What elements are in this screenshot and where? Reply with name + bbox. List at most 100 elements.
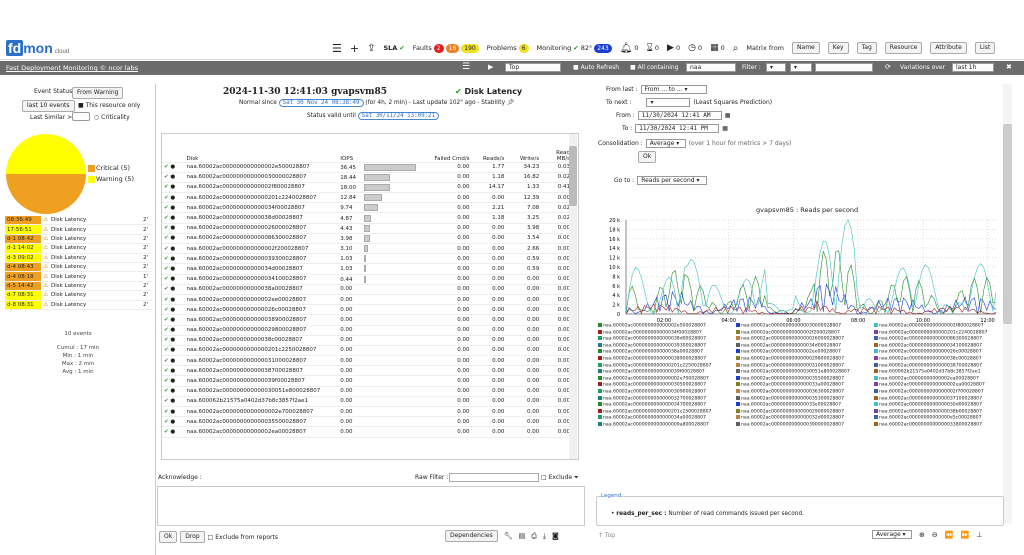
zoom-in-icon[interactable]: ⊕: [919, 531, 925, 539]
disk-name[interactable]: naa.60002ac000000000000039300028807: [184, 253, 339, 265]
book-icon[interactable]: ▤: [519, 532, 526, 540]
col-reads[interactable]: Reads/s: [471, 134, 507, 163]
legend-series-item[interactable]: naa.60002ac00000000000000e5c00028807: [874, 415, 1008, 422]
disk-row[interactable]: ✔ ● naa.60002ac0000000000000201c22400288…: [162, 192, 572, 204]
table-scrollbar-thumb[interactable]: [569, 146, 577, 206]
matrix-list-button[interactable]: List: [974, 42, 996, 54]
goto-select[interactable]: Reads per second ▾: [637, 176, 708, 185]
criticality-toggle[interactable]: ○ Criticality: [94, 114, 130, 121]
disk-name[interactable]: naa.60002ac00000000000002ee00028807: [184, 294, 339, 306]
graph-scrollbar-thumb[interactable]: [1003, 124, 1012, 324]
legend-series-item[interactable]: naa.60002ac0000000000000390000028807: [736, 421, 870, 429]
print-icon[interactable]: ⎙: [531, 532, 537, 541]
legend-series-item[interactable]: naa.60002ac0000000000000029000028807: [736, 408, 870, 416]
monitoring-indicator[interactable]: Monitoring ✔ 82° 243: [537, 43, 612, 53]
event-row[interactable]: d-8 08:31 ⚠ Disk Latency 2': [5, 300, 153, 310]
disk-row[interactable]: ✔ ● naa.60002ac000000000000026c00028807 …: [162, 304, 572, 316]
disk-row[interactable]: ✔ ● naa.60002ac00000000000038c00028807 0…: [162, 335, 572, 346]
disk-name[interactable]: naa.60002ac00000000000034d00028807: [184, 263, 339, 275]
disk-row[interactable]: ✔ ● naa.600062b21575a0402d37b8c3857f2ae1…: [162, 396, 572, 408]
event-row[interactable]: 17:56:51 ⚠ Disk Latency 2': [5, 225, 153, 235]
legend-series-item[interactable]: naa.60002ac0000000000000031000028807: [736, 362, 870, 370]
hourglass-icon[interactable]: ⌛︎ 0: [647, 43, 659, 54]
disk-row[interactable]: ✔ ● naa.60002ac000000000000086300028807 …: [162, 233, 572, 245]
legend-series-item[interactable]: naa.60002ac0000000000000038c00028807: [874, 355, 1008, 363]
disk-row[interactable]: ✔ ● naa.60002ac000000000000002e500028807…: [162, 162, 572, 173]
graph-scrollbar[interactable]: [1003, 84, 1012, 524]
legend-series-item[interactable]: naa.60002ac0000000000000039f00028807: [598, 369, 732, 376]
exclude-toggle[interactable]: □ Exclude ⏷: [541, 474, 579, 482]
legend-series-item[interactable]: naa.60002ac0000000000000038900028807: [598, 355, 732, 363]
event-row[interactable]: d-3 09:02 ⚠ Disk Latency 2': [5, 253, 153, 263]
disk-row[interactable]: ✔ ● naa.60002ac00000000000038a00028807 0…: [162, 284, 572, 295]
refresh-icon[interactable]: ⟳: [885, 63, 891, 71]
calendar-icon[interactable]: ▦: [725, 112, 731, 119]
exclude-reports-toggle[interactable]: □ Exclude from reports: [208, 534, 278, 541]
acknowledge-textarea[interactable]: [157, 486, 585, 526]
legend-series-item[interactable]: naa.60002ac0000000000000030500028807: [598, 382, 732, 389]
range-ok-button[interactable]: Ok: [638, 151, 657, 163]
event-row[interactable]: d-1 14:02 ⚠ Disk Latency 2': [5, 244, 153, 254]
disk-name[interactable]: naa.60002ac00000000000038700028807: [184, 365, 339, 377]
disk-row[interactable]: ✔ ● naa.60002ac000000000000026000028807 …: [162, 223, 572, 234]
forward-icon[interactable]: ⏩: [960, 531, 969, 539]
legend-series-item[interactable]: naa.60002ac0000000000000038700028807: [874, 362, 1008, 370]
play-icon[interactable]: ▶ 0: [667, 43, 680, 53]
faults-warning-count[interactable]: 190: [461, 43, 479, 53]
event-row[interactable]: d-4 08:43 ⚠ Disk Latency 2': [5, 262, 153, 273]
col-read-mb[interactable]: Read MB/s: [541, 134, 572, 163]
table-scrollbar[interactable]: [569, 134, 577, 459]
legend-series-item[interactable]: naa.60002ac0000000000000038d00028807: [598, 336, 732, 343]
disk-row[interactable]: ✔ ● naa.60002ac000000000000034100028807 …: [162, 274, 572, 285]
filter-select-1[interactable]: ▾: [766, 63, 786, 72]
disk-row[interactable]: ✔ ● naa.60002ac000000000000039300028807 …: [162, 253, 572, 265]
back-to-top-link[interactable]: ↑ Top: [598, 532, 615, 539]
legend-series-item[interactable]: naa.60002ac0000000000000034a00028807: [598, 415, 732, 422]
legend-series-item[interactable]: naa.60002ac0000000000000029800028807: [736, 355, 870, 363]
disk-row[interactable]: ✔ ● naa.60002ac000000000000039f00028807 …: [162, 375, 572, 387]
menu-icon[interactable]: ☰: [332, 42, 342, 55]
legend-series-item[interactable]: naa.60002ac000000000000034f00028807: [598, 329, 732, 337]
to-date-input[interactable]: 11/30/2024 12:41 PM: [635, 124, 720, 133]
legend-series-item[interactable]: naa.60002ac0000000000000036300028807: [736, 388, 870, 396]
auto-refresh-toggle[interactable]: ■ Auto Refresh: [573, 64, 619, 71]
disk-name[interactable]: naa.60002ac000000000000034f00028807: [184, 202, 339, 214]
disk-row[interactable]: ✔ ● naa.60002ac000000000000034f00028807 …: [162, 202, 572, 214]
filter-select-2[interactable]: ▾: [790, 63, 812, 72]
disk-name[interactable]: naa.60002ac00000000000038a00028807: [184, 284, 339, 295]
pin-icon[interactable]: ⊥: [976, 531, 982, 539]
rewind-icon[interactable]: ⏪: [945, 531, 954, 539]
variations-select[interactable]: last 1h: [952, 63, 994, 72]
disk-name[interactable]: naa.60002ac0000000000000201c2250028807: [184, 345, 339, 357]
upload-icon[interactable]: ⇪: [367, 43, 375, 54]
col-disk[interactable]: Disk: [184, 134, 339, 163]
legend-series-item[interactable]: naa.60002ac000000000000034d00028807: [736, 342, 870, 350]
disk-row[interactable]: ✔ ● naa.60002ac00000000000002ea00028807 …: [162, 426, 572, 438]
problems-indicator[interactable]: Problems 6: [487, 43, 529, 53]
from-date-input[interactable]: 11/30/2024 12:41 AM: [637, 111, 722, 120]
legend-series-item[interactable]: naa.60002ac0000000000000002f800028807: [874, 323, 1008, 330]
matrix-tag-button[interactable]: Tag: [856, 42, 877, 54]
disk-row[interactable]: ✔ ● naa.60002ac0000000000000201c22500288…: [162, 345, 572, 357]
legend-series-item[interactable]: naa.60002ac0000000000000030d00028807: [874, 402, 1008, 409]
col-writes[interactable]: Write/s: [506, 134, 542, 163]
disk-row[interactable]: ✔ ● naa.60002ac000000000000030000028807 …: [162, 172, 572, 183]
disk-row[interactable]: ✔ ● naa.60002ac000000000000029800028807 …: [162, 325, 572, 336]
fdmon-logo[interactable]: fd mon cloud: [6, 40, 69, 56]
legend-series-item[interactable]: naa.60002ac0000000000000038b00028807: [874, 408, 1008, 416]
graph-consolidation-select[interactable]: Average ▾: [872, 530, 912, 539]
legend-series-item[interactable]: naa.60002ac0000000000000002f700028807: [874, 388, 1008, 396]
from-last-select[interactable]: From ... to ... ▾: [640, 85, 707, 94]
legend-series-item[interactable]: naa.60002ac0000000000000030900028807: [598, 388, 732, 396]
legend-series-item[interactable]: naa.60002ac0000000000000201c2240028807: [874, 329, 1008, 337]
legend-series-item[interactable]: naa.60002ac0000000000000032700028807: [598, 395, 732, 403]
col-failed[interactable]: Failed Cmd/s: [430, 134, 472, 163]
pin-icon[interactable]: 📌︎: [507, 100, 514, 106]
disk-name[interactable]: naa.60002ac000000000000002f200028807: [184, 243, 339, 255]
legend-series-item[interactable]: naa.60002ac000000000000002e500028807: [598, 323, 732, 330]
consolidation-select[interactable]: Average ▾: [645, 139, 686, 148]
disk-name[interactable]: naa.60002ac00000000000038d00028807: [184, 212, 339, 224]
zoom-out-icon[interactable]: ⊖: [932, 531, 938, 539]
legend-series-item[interactable]: naa.60002ac0000000000000002ea00028807: [874, 382, 1008, 389]
search-icon[interactable]: ⌕: [733, 43, 739, 54]
